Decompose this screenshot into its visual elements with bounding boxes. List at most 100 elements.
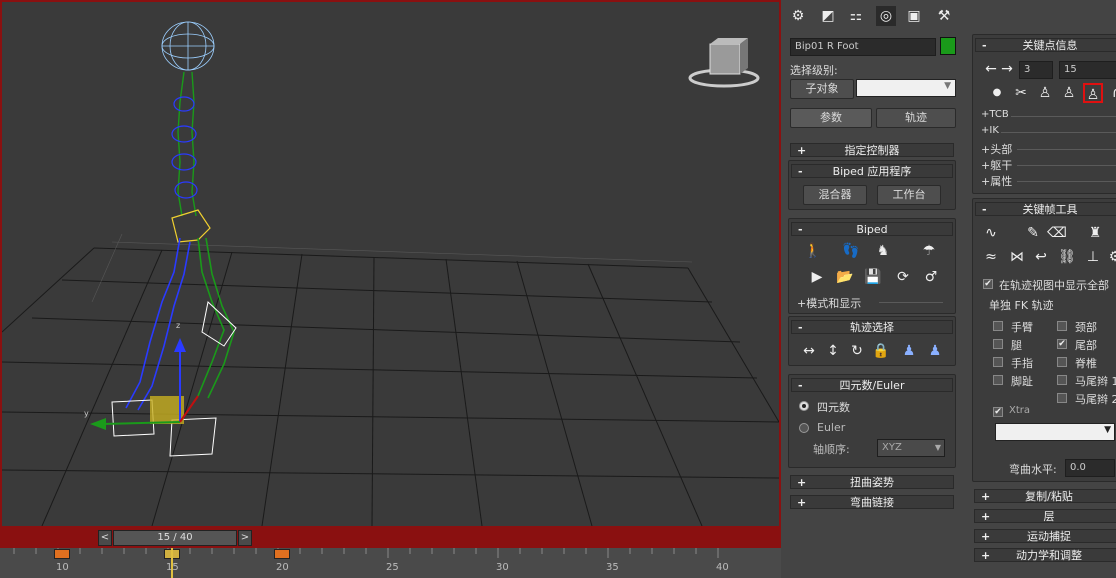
head-section[interactable]: +头部 [981,141,1012,157]
object-name-field[interactable]: Bip01 R Foot [790,38,936,56]
bowtie-icon[interactable]: ⋈ [1007,247,1027,267]
tail-checkbox[interactable]: ✔ [1057,339,1067,349]
eraser2-icon[interactable]: ⌫ [1047,223,1067,243]
track-selection-header[interactable]: - 轨迹选择 [791,320,953,334]
delete-key-icon[interactable]: ✂ [1011,83,1031,103]
motion-flow-icon[interactable]: ♞ [873,241,893,261]
dynamics-rollout[interactable]: + 动力学和调整 [974,548,1116,562]
tick-label: 30 [496,562,509,573]
perspective-viewport[interactable]: z y [0,0,781,528]
euler-radio[interactable] [799,423,809,433]
spine-checkbox[interactable] [1057,357,1067,367]
hierarchy-icon[interactable]: ⚏ [846,6,866,26]
xtra-dropdown[interactable]: ▼ [995,423,1115,441]
lock-cob-icon[interactable]: 🔒 [871,341,891,361]
key-info-header[interactable]: - 关键点信息 [975,38,1116,52]
display-icon[interactable]: ▣ [904,6,924,26]
wave2-icon[interactable]: ≈ [981,247,1001,267]
arm-label: 手臂 [1011,321,1033,334]
convert-icon[interactable]: ⟳ [893,267,913,287]
set-planted-key-icon[interactable]: ♙ [1035,83,1055,103]
save-file-icon[interactable]: 💾 [863,267,883,287]
key-marker[interactable] [274,549,290,559]
twist-pose-rollout[interactable]: + 扭曲姿势 [790,475,954,489]
leg-label: 腿 [1011,339,1022,352]
figure-mode-icon[interactable]: 🚶 [803,241,823,261]
arm-checkbox[interactable] [993,321,1003,331]
bend-level-field[interactable]: 0.0 [1065,459,1115,477]
props-section[interactable]: +属性 [981,173,1012,189]
motion-capture-rollout[interactable]: + 运动捕捉 [974,529,1116,543]
bend-links-rollout[interactable]: + 弯曲链接 [790,495,954,509]
opposite-icon[interactable]: ♟ [925,341,945,361]
leg-checkbox[interactable] [993,339,1003,349]
play-biped-icon[interactable]: ▶ [807,267,827,287]
mixer-mode-icon[interactable]: ☂ [919,241,939,261]
body-section[interactable]: +躯干 [981,157,1012,173]
cog-icon[interactable]: ⚙ [1105,247,1116,267]
biped-apps-header[interactable]: - Biped 应用程序 [791,164,953,178]
next-key-icon[interactable]: → [997,59,1017,79]
set-key-icon[interactable]: ● [987,83,1007,103]
key-frame-field[interactable]: 15 [1059,61,1116,79]
sub-object-dropdown[interactable]: ▼ [856,79,956,97]
trajectory-button[interactable]: 轨迹 [876,108,956,128]
move-all-icon[interactable]: ♂ [921,267,941,287]
key-number-field[interactable]: 3 [1019,61,1053,79]
trajectory-icon[interactable]: ∩ [1107,83,1116,103]
assign-controller-rollout[interactable]: + 指定控制器 [790,143,954,157]
command-tabs: ⚙ ◩ ⚏ ◎ ▣ ⚒ [786,6,966,30]
body-vertical-icon[interactable]: ↕ [823,341,843,361]
params-button[interactable]: 参数 [790,108,872,128]
sub-object-button[interactable]: 子对象 [790,79,854,99]
xtra-checkbox[interactable]: ✔ [993,407,1003,417]
keyframe-tools-header[interactable]: - 关键帧工具 [975,202,1116,216]
tail-label: 尾部 [1075,339,1097,352]
brush-icon[interactable]: ♜ [1085,223,1105,243]
quaternion-radio[interactable] [799,401,809,411]
link-icon[interactable]: ⛓ [1057,247,1077,267]
mode-display-label[interactable]: +模式和显示 [797,295,861,311]
arrow-icon[interactable]: ↩ [1031,247,1051,267]
workbench-button[interactable]: 工作台 [877,185,941,205]
toe-checkbox[interactable] [993,375,1003,385]
curve-icon[interactable]: ◩ [818,6,838,26]
divider [1017,181,1116,182]
eraser-icon[interactable]: ✎ [1023,223,1043,243]
body-horizontal-icon[interactable]: ↔ [799,341,819,361]
time-slider-thumb[interactable]: 15 / 40 [113,530,237,546]
command-panel: ⚙ ◩ ⚏ ◎ ▣ ⚒ Bip01 R Foot 选择级别: 子对象 ▼ 参数 … [782,0,970,578]
key-marker[interactable] [54,549,70,559]
object-color-swatch[interactable] [940,37,956,55]
mixer-button[interactable]: 混合器 [803,185,867,205]
time-slider-next-button[interactable]: > [238,530,252,546]
foot-icon[interactable]: ⊥ [1083,247,1103,267]
tcb-section[interactable]: +TCB [981,109,1009,120]
show-all-checkbox[interactable]: ✔ [983,279,993,289]
quat-euler-header[interactable]: - 四元数/Euler [791,378,953,392]
set-sliding-key-icon[interactable]: ♙ [1059,83,1079,103]
motion-icon[interactable]: ◎ [876,6,896,26]
pony2-checkbox[interactable] [1057,393,1067,403]
axis-order-dropdown[interactable]: XYZ ▼ [877,439,945,457]
ik-section[interactable]: +IK [981,125,999,136]
biped-header[interactable]: - Biped [791,222,953,236]
body-rotation-icon[interactable]: ↻ [847,341,867,361]
neck-checkbox[interactable] [1057,321,1067,331]
set-free-key-icon[interactable]: ♙ [1083,83,1103,103]
copy-paste-rollout[interactable]: + 复制/粘贴 [974,489,1116,503]
hammer-icon[interactable]: ⚒ [934,6,954,26]
wave-icon[interactable]: ∿ [981,223,1001,243]
finger-checkbox[interactable] [993,357,1003,367]
layers-rollout[interactable]: + 层 [974,509,1116,523]
track-bar[interactable]: 10 15 20 25 30 35 40 [0,548,781,578]
divider [1011,116,1116,117]
gear-icon[interactable]: ⚙ [788,6,808,26]
time-slider-prev-button[interactable]: < [98,530,112,546]
open-file-icon[interactable]: 📂 [835,267,855,287]
footstep-mode-icon[interactable]: 👣 [841,241,861,261]
symmetrical-icon[interactable]: ♟ [899,341,919,361]
pony1-checkbox[interactable] [1057,375,1067,385]
divider [1001,132,1116,133]
frame-display: 15 / 40 [157,532,193,543]
